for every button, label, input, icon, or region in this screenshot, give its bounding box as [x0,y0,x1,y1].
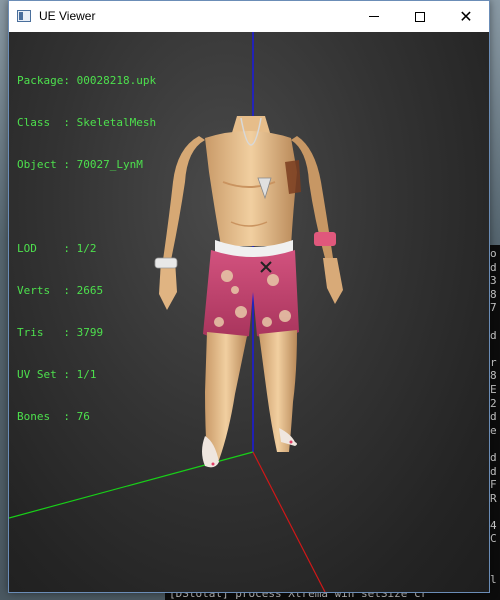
close-icon: ✕ [459,6,473,26]
info-uvset-row: UV Set : 1/1 [17,368,97,381]
x-axis-line [252,451,326,592]
info-object-row: Object : 70027_LynM [17,158,143,171]
info-bones-row: Bones : 76 [17,410,90,423]
bones-value: 76 [76,410,90,423]
minimize-button[interactable] [351,1,397,32]
info-verts-row: Verts : 2665 [17,284,104,297]
character-model [154,116,343,468]
info-lod-row: LOD : 1/2 [17,242,97,255]
info-spacer [17,200,156,214]
mesh-info-overlay: Package: 00028218.upk Class : SkeletalMe… [17,46,156,452]
3d-viewport[interactable]: Package: 00028218.upk Class : SkeletalMe… [9,32,489,592]
minimize-icon [369,16,379,17]
ue-viewer-window[interactable]: UE Viewer ✕ Package: 00028218.upk Class … [8,0,490,593]
background-console-text: o d 3 8 7 d r 8 E 2 d e d d F R 4 C l o … [490,247,497,587]
object-value: 70027_LynM [76,158,143,171]
app-window-icon [17,10,31,22]
lod-value: 1/2 [76,242,97,255]
info-tris-row: Tris : 3799 [17,326,104,339]
class-value: SkeletalMesh [76,116,157,129]
close-button[interactable]: ✕ [443,1,489,32]
info-package-row: Package: 00028218.upk [17,74,157,87]
verts-value: 2665 [76,284,104,297]
uvset-value: 1/1 [76,368,97,381]
tris-value: 3799 [76,326,104,339]
package-value: 00028218.upk [76,74,157,87]
maximize-button[interactable] [397,1,443,32]
window-title: UE Viewer [39,9,96,23]
maximize-icon [415,11,425,22]
info-class-row: Class : SkeletalMesh [17,116,157,129]
title-bar[interactable]: UE Viewer ✕ [9,1,489,32]
